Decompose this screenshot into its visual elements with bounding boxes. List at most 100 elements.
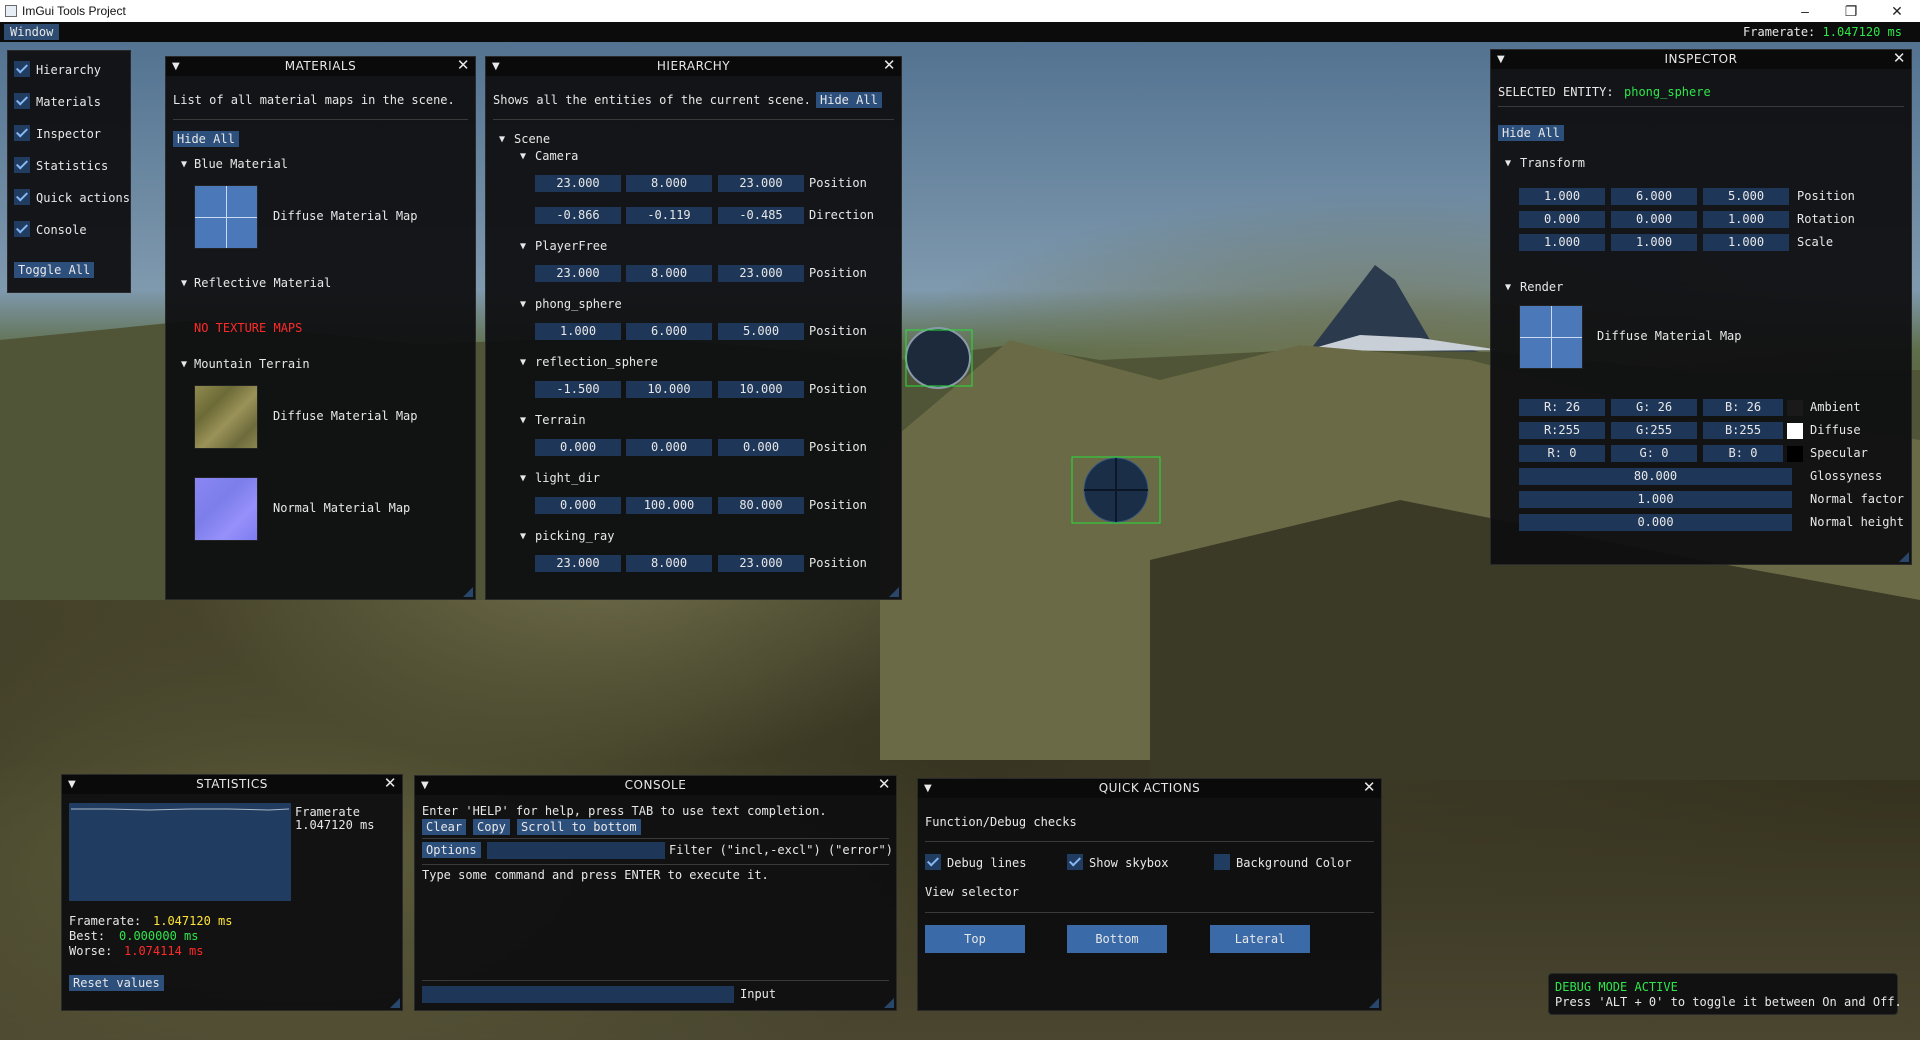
console-header[interactable]: ▼ CONSOLE ✕ — [415, 775, 896, 795]
toggle-all-button[interactable]: Toggle All — [14, 262, 95, 278]
console-copy-button[interactable]: Copy — [473, 819, 510, 835]
camera-dir-z[interactable]: -0.485 — [718, 207, 804, 224]
diffuse-b[interactable]: B:255 — [1703, 422, 1783, 439]
specular-b[interactable]: B: 0 — [1703, 445, 1783, 462]
show-skybox-checkbox[interactable] — [1067, 854, 1083, 870]
checkbox-materials[interactable] — [14, 93, 30, 109]
expand-icon[interactable]: ▼ — [520, 357, 526, 368]
checkbox-hierarchy[interactable] — [14, 61, 30, 77]
diffuse-r[interactable]: R:255 — [1519, 422, 1605, 439]
camera-pos-y[interactable]: 8.000 — [626, 175, 712, 192]
expand-icon[interactable]: ▼ — [520, 415, 526, 426]
specular-swatch[interactable] — [1787, 446, 1803, 462]
console-clear-button[interactable]: Clear — [422, 819, 467, 835]
phong-pos-z[interactable]: 5.000 — [718, 323, 804, 340]
expand-icon[interactable]: ▼ — [520, 241, 526, 252]
render-node[interactable]: Render — [1520, 280, 1563, 294]
checkbox-inspector[interactable] — [14, 125, 30, 141]
ray-pos-z[interactable]: 23.000 — [718, 555, 804, 572]
entity-picking-ray[interactable]: picking_ray — [535, 529, 614, 543]
normal-height-slider[interactable]: 0.000 — [1519, 514, 1792, 531]
ambient-b[interactable]: B: 26 — [1703, 399, 1783, 416]
playerfree-pos-y[interactable]: 8.000 — [626, 265, 712, 282]
hierarchy-header[interactable]: ▼ HIERARCHY ✕ — [486, 56, 901, 76]
close-icon[interactable]: ✕ — [384, 774, 397, 793]
transform-scale-z[interactable]: 1.000 — [1703, 234, 1789, 251]
quick-actions-header[interactable]: ▼ QUICK ACTIONS ✕ — [918, 778, 1381, 798]
transform-rot-x[interactable]: 0.000 — [1519, 211, 1605, 228]
terrain-pos-z[interactable]: 0.000 — [718, 439, 804, 456]
collapse-icon[interactable]: ▼ — [1497, 50, 1505, 69]
reflective-material-node[interactable]: Reflective Material — [194, 276, 331, 290]
reflection-pos-x[interactable]: -1.500 — [535, 381, 621, 398]
light-pos-x[interactable]: 0.000 — [535, 497, 621, 514]
expand-icon[interactable]: ▼ — [1505, 158, 1511, 169]
expand-icon[interactable]: ▼ — [520, 151, 526, 162]
console-scroll-bottom-button[interactable]: Scroll to bottom — [517, 819, 641, 835]
light-pos-y[interactable]: 100.000 — [626, 497, 712, 514]
glossyness-slider[interactable]: 80.000 — [1519, 468, 1792, 485]
specular-r[interactable]: R: 0 — [1519, 445, 1605, 462]
camera-pos-z[interactable]: 23.000 — [718, 175, 804, 192]
reflection-pos-y[interactable]: 10.000 — [626, 381, 712, 398]
transform-node[interactable]: Transform — [1520, 156, 1585, 170]
camera-dir-x[interactable]: -0.866 — [535, 207, 621, 224]
specular-g[interactable]: G: 0 — [1611, 445, 1697, 462]
entity-light-dir[interactable]: light_dir — [535, 471, 600, 485]
console-filter-input[interactable] — [487, 842, 665, 859]
transform-pos-z[interactable]: 5.000 — [1703, 188, 1789, 205]
collapse-icon[interactable]: ▼ — [924, 779, 932, 798]
close-icon[interactable]: ✕ — [457, 56, 470, 75]
close-icon[interactable]: ✕ — [1893, 49, 1906, 68]
phong-pos-y[interactable]: 6.000 — [626, 323, 712, 340]
close-icon[interactable]: ✕ — [878, 775, 891, 794]
menu-window[interactable]: Window — [4, 24, 60, 40]
materials-header[interactable]: ▼ MATERIALS ✕ — [166, 56, 475, 76]
camera-pos-x[interactable]: 23.000 — [535, 175, 621, 192]
inspector-hide-all-button[interactable]: Hide All — [1498, 125, 1564, 141]
transform-scale-y[interactable]: 1.000 — [1611, 234, 1697, 251]
view-lateral-button[interactable]: Lateral — [1210, 925, 1310, 953]
ambient-swatch[interactable] — [1787, 400, 1803, 416]
entity-phong-sphere[interactable]: phong_sphere — [535, 297, 622, 311]
materials-hide-all-button[interactable]: Hide All — [173, 131, 239, 147]
ray-pos-y[interactable]: 8.000 — [626, 555, 712, 572]
reset-values-button[interactable]: Reset values — [69, 975, 164, 991]
resize-grip[interactable] — [1369, 998, 1379, 1008]
close-icon[interactable]: ✕ — [1874, 0, 1920, 22]
inspector-header[interactable]: ▼ INSPECTOR ✕ — [1491, 49, 1911, 69]
terrain-pos-x[interactable]: 0.000 — [535, 439, 621, 456]
playerfree-pos-z[interactable]: 23.000 — [718, 265, 804, 282]
collapse-icon[interactable]: ▼ — [421, 776, 429, 795]
mountain-terrain-node[interactable]: Mountain Terrain — [194, 357, 310, 371]
diffuse-g[interactable]: G:255 — [1611, 422, 1697, 439]
resize-grip[interactable] — [463, 587, 473, 597]
console-options-button[interactable]: Options — [422, 842, 481, 858]
checkbox-console[interactable] — [14, 221, 30, 237]
debug-lines-checkbox[interactable] — [925, 854, 941, 870]
entity-playerfree[interactable]: PlayerFree — [535, 239, 607, 253]
collapse-icon[interactable]: ▼ — [492, 57, 500, 76]
phong-pos-x[interactable]: 1.000 — [535, 323, 621, 340]
checkbox-statistics[interactable] — [14, 157, 30, 173]
entity-terrain[interactable]: Terrain — [535, 413, 586, 427]
expand-icon[interactable]: ▼ — [181, 359, 187, 370]
view-top-button[interactable]: Top — [925, 925, 1025, 953]
close-icon[interactable]: ✕ — [1363, 778, 1376, 797]
statistics-header[interactable]: ▼ STATISTICS ✕ — [62, 774, 402, 794]
collapse-icon[interactable]: ▼ — [68, 775, 76, 794]
checkbox-quick-actions[interactable] — [14, 189, 30, 205]
camera-dir-y[interactable]: -0.119 — [626, 207, 712, 224]
playerfree-pos-x[interactable]: 23.000 — [535, 265, 621, 282]
reflection-pos-z[interactable]: 10.000 — [718, 381, 804, 398]
normal-factor-slider[interactable]: 1.000 — [1519, 491, 1792, 508]
ray-pos-x[interactable]: 23.000 — [535, 555, 621, 572]
expand-icon[interactable]: ▼ — [520, 299, 526, 310]
entity-camera[interactable]: Camera — [535, 149, 578, 163]
resize-grip[interactable] — [390, 998, 400, 1008]
view-bottom-button[interactable]: Bottom — [1067, 925, 1167, 953]
entity-reflection-sphere[interactable]: reflection_sphere — [535, 355, 658, 369]
scene-node[interactable]: Scene — [514, 132, 550, 146]
expand-icon[interactable]: ▼ — [520, 473, 526, 484]
background-color-checkbox[interactable] — [1214, 854, 1230, 870]
